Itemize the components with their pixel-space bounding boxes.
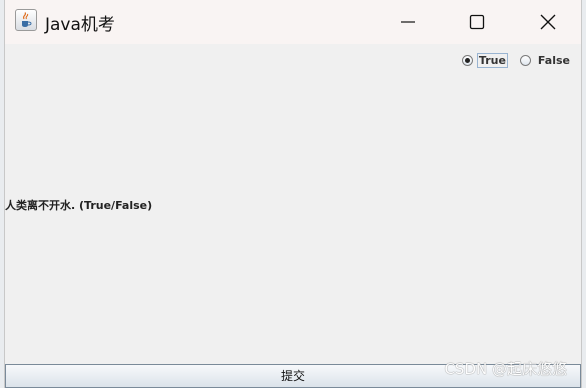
close-button[interactable] [525,0,571,44]
radio-true[interactable]: True [461,53,508,68]
radio-true-label[interactable]: True [476,53,508,68]
watermark: CSDN @起床悠悠 [444,360,567,378]
maximize-button[interactable] [454,0,500,44]
window-title: Java机考 [45,15,115,35]
radio-false[interactable]: False [519,53,573,68]
content-pane: True False 人类离不开水. (True/False) 提交 CSDN … [5,44,581,388]
java-cup-icon [15,9,37,31]
radio-false-indicator[interactable] [519,55,531,66]
minimize-icon [401,21,415,23]
radio-true-indicator[interactable] [461,55,473,66]
question-label: 人类离不开水. (True/False) [5,199,153,212]
close-icon [540,14,556,30]
maximize-icon [469,14,485,30]
title-bar[interactable]: Java机考 [5,0,581,44]
app-window: Java机考 True False 人类离不开水. (True/False) 提… [4,0,582,388]
minimize-button[interactable] [385,0,431,44]
radio-false-label[interactable]: False [535,53,573,68]
answer-radio-group: True False [461,53,573,68]
